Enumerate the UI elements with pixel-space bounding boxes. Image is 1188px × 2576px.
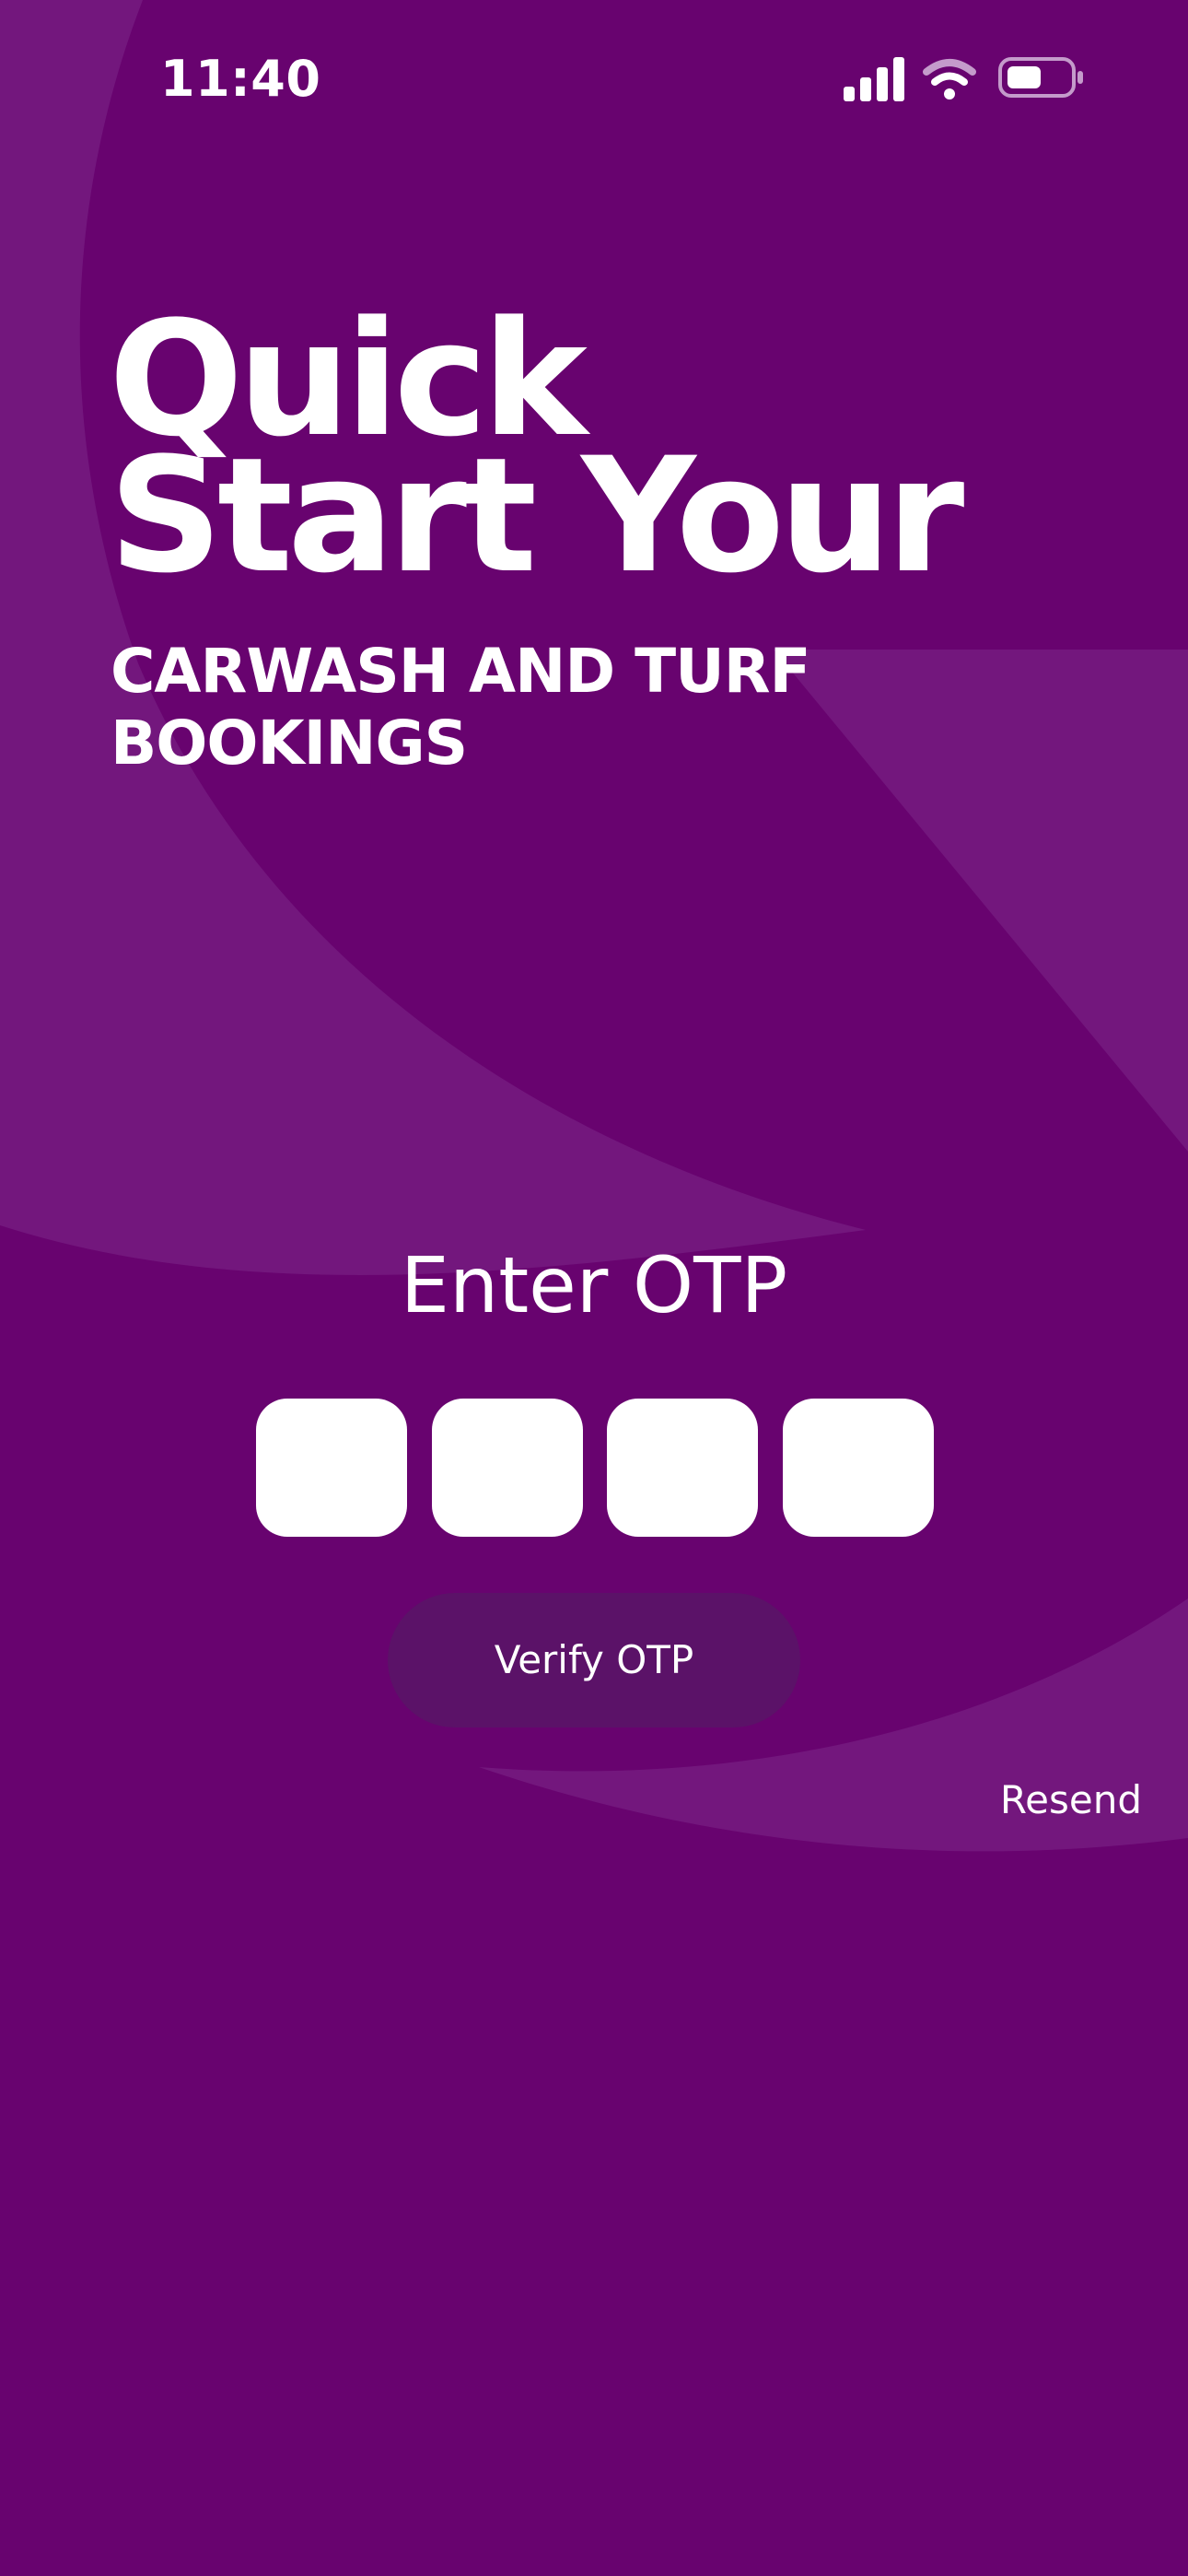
status-time: 11:40 [160, 50, 321, 108]
otp-digit-1[interactable] [256, 1399, 407, 1537]
otp-title: Enter OTP [400, 1240, 788, 1330]
wifi-icon [923, 59, 976, 100]
otp-digit-4[interactable] [782, 1399, 934, 1537]
battery-icon [998, 57, 1083, 98]
headline: Quick Start Your [109, 300, 964, 608]
otp-digit-3[interactable] [607, 1399, 759, 1537]
resend-link[interactable]: Resend [939, 1774, 1142, 1826]
cellular-signal-icon [844, 57, 904, 101]
subheadline-line-1: CARWASH AND TURF [111, 636, 811, 707]
status-bar: 11:40 [0, 0, 1188, 157]
headline-line-2: Start Your [109, 423, 964, 608]
subheadline-line-2: BOOKINGS [111, 708, 468, 779]
status-icons [844, 57, 1083, 101]
subheadline: CARWASH AND TURF BOOKINGS [111, 636, 939, 779]
otp-screen: 11:40 Quick Start Your CARWASH AND TURF … [0, 0, 1188, 2576]
otp-input-group [256, 1399, 934, 1537]
otp-digit-2[interactable] [431, 1399, 583, 1537]
verify-otp-button[interactable]: Verify OTP [388, 1593, 800, 1727]
